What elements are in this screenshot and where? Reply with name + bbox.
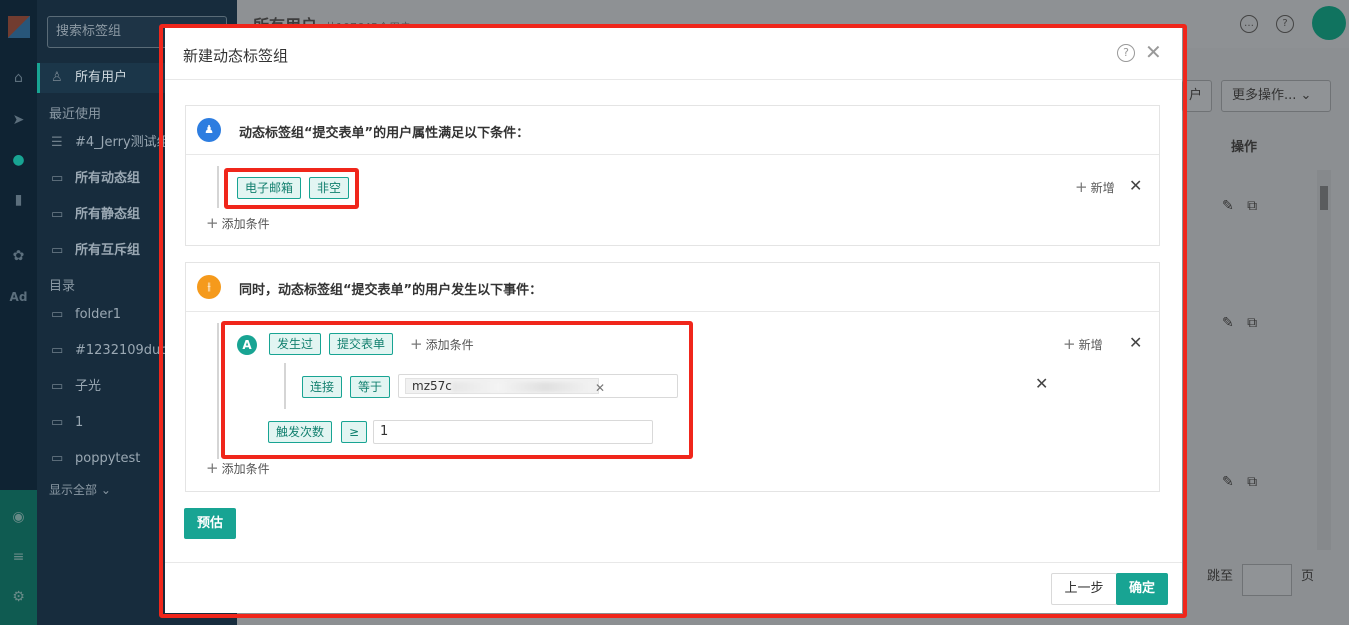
sidebar-item-label: #4_Jerry测试组 [75,135,170,150]
app-logo [8,16,30,38]
delete-icon[interactable]: ✕ [1129,333,1142,352]
operations-column-header: 操作 [1231,140,1258,155]
chart-icon[interactable]: ▮ [0,188,37,212]
row-actions: ✎ ⧉ [1222,315,1257,331]
folder-label: #1232109duo [75,343,169,358]
database-icon[interactable]: ≡ [0,545,37,569]
page-jump-input[interactable] [1242,564,1292,596]
folder-label: 1 [75,415,84,430]
highlight-box [221,321,693,459]
show-all-label: 显示全部 [49,483,98,497]
user-icon[interactable]: ● [0,148,37,172]
close-icon[interactable]: ✕ [1145,40,1162,64]
more-actions-label: 更多操作... [1232,88,1297,103]
help-icon[interactable]: ? [1276,15,1294,33]
recent-heading: 最近使用 [49,107,102,122]
delete-icon[interactable]: ✕ [1129,176,1142,195]
plus-icon: + [1075,178,1088,196]
jump-to-label: 跳至 [1207,569,1234,584]
add-new-label: 新增 [1078,338,1103,352]
user-attribute-header: ♟ 动态标签组“提交表单”的用户属性满足以下条件： [186,106,1159,155]
add-condition-label: 添加条件 [221,217,270,231]
avatar[interactable] [1312,6,1346,40]
ad-icon[interactable]: Ad [0,285,37,309]
rail-bottom: ◉ ≡ ⚙ [0,490,37,625]
chat-icon[interactable]: … [1240,15,1258,33]
home-icon[interactable]: ⌂ [0,66,37,90]
folder-icon: ▭ [51,207,64,222]
chevron-down-icon: ⌄ [100,483,111,497]
copy-icon[interactable]: ⧉ [1247,198,1257,214]
partial-button[interactable]: 户 [1182,80,1212,112]
edit-icon[interactable]: ✎ [1222,315,1234,331]
row-actions: ✎ ⧉ [1222,198,1257,214]
folder-icon: ▭ [51,307,64,322]
plus-icon: + [206,459,219,477]
add-condition-button[interactable]: + 添加条件 [206,214,270,232]
sidebar-item-label: 所有静态组 [75,207,141,222]
edit-icon[interactable]: ✎ [1222,198,1234,214]
users-icon: ♙ [51,70,63,85]
plus-icon: + [206,214,219,232]
sidebar-item-label: 所有互斥组 [75,243,141,258]
wechat-icon[interactable]: ✿ [0,244,37,268]
copy-icon[interactable]: ⧉ [1247,315,1257,331]
hub-icon[interactable]: ◉ [0,505,37,529]
add-new-button[interactable]: + 新增 [1063,335,1103,353]
folder-icon: ▭ [51,451,64,466]
show-all-link[interactable]: 显示全部 ⌄ [49,481,111,498]
send-icon[interactable]: ➤ [0,108,37,132]
folder-label: poppytest [75,451,141,466]
plus-icon: + [1063,335,1076,353]
divider [165,79,1182,80]
previous-step-button[interactable]: 上一步 [1051,573,1117,605]
dialog-title: 新建动态标签组 [183,47,289,65]
add-condition-button[interactable]: + 添加条件 [206,459,270,477]
condition-line [217,166,219,208]
folder-icon: ▭ [51,243,64,258]
copy-icon[interactable]: ⧉ [1247,474,1257,490]
settings-icon[interactable]: ⚙ [0,585,37,609]
highlight-box [224,168,359,209]
row-actions: ✎ ⧉ [1222,474,1257,490]
more-actions-button[interactable]: 更多操作... ⌄ [1221,80,1331,112]
user-attribute-title: 动态标签组“提交表单”的用户属性满足以下条件： [239,126,530,141]
sidebar-item-label: 所有用户 [75,70,128,85]
delete-sub-condition-icon[interactable]: ✕ [1035,374,1048,393]
folder-icon: ▭ [51,171,64,186]
add-condition-label: 添加条件 [221,462,270,476]
folder-label: folder1 [75,307,122,322]
folder-label: 子光 [75,379,102,394]
confirm-button[interactable]: 确定 [1116,573,1168,605]
list-icon: ☰ [51,135,63,150]
add-new-button[interactable]: + 新增 [1075,178,1115,196]
folder-icon: ▭ [51,379,64,394]
folder-icon: ▭ [51,415,64,430]
sidebar-item-label: 所有动态组 [75,171,141,186]
footer-divider [165,562,1182,563]
edit-icon[interactable]: ✎ [1222,474,1234,490]
vertical-scrollbar[interactable] [1317,170,1331,550]
chevron-down-icon: ⌄ [1300,88,1312,103]
user-event-header: ⫲ 同时，动态标签组“提交表单”的用户发生以下事件： [186,263,1159,312]
new-dynamic-tag-group-dialog: 新建动态标签组 ? ✕ ♟ 动态标签组“提交表单”的用户属性满足以下条件： 电子… [165,27,1182,613]
folder-icon: ▭ [51,343,64,358]
user-attribute-icon: ♟ [197,118,221,142]
add-new-label: 新增 [1090,181,1115,195]
user-event-card: ⫲ 同时，动态标签组“提交表单”的用户发生以下事件： A 发生过 提交表单 + 添… [185,262,1160,492]
estimate-button[interactable]: 预估 [184,508,236,539]
catalog-heading: 目录 [49,279,76,294]
page-unit-label: 页 [1301,569,1315,584]
condition-line [217,323,219,459]
event-filter-icon: ⫲ [197,275,221,299]
help-icon[interactable]: ? [1117,44,1135,62]
scrollbar-thumb[interactable] [1320,186,1328,210]
user-attribute-card: ♟ 动态标签组“提交表单”的用户属性满足以下条件： 电子邮箱 非空 + 新增 ✕ … [185,105,1160,246]
user-event-title: 同时，动态标签组“提交表单”的用户发生以下事件： [239,283,543,298]
app-rail: ⌂ ➤ ● ▮ ✿ Ad ◉ ≡ ⚙ [0,0,37,625]
